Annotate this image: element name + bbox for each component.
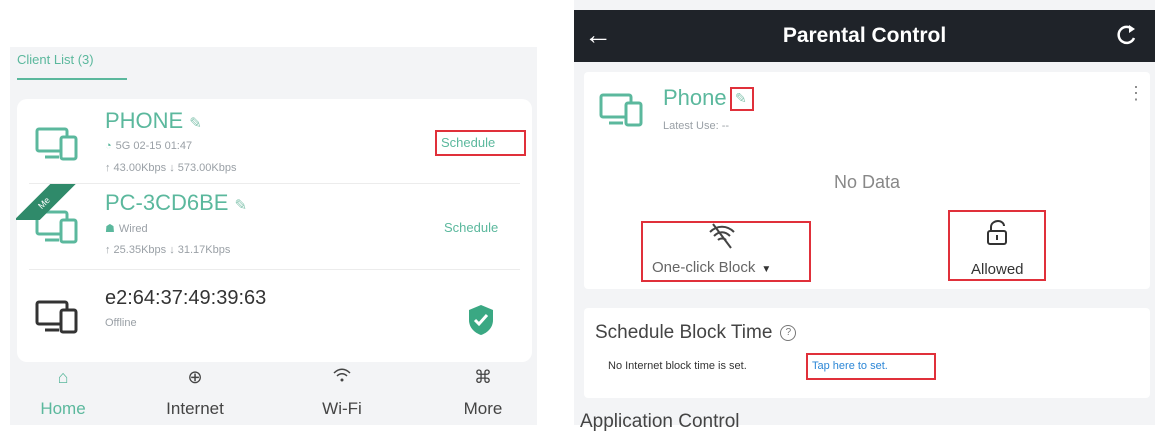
tab-underline bbox=[17, 78, 127, 80]
devices-icon bbox=[35, 127, 78, 161]
highlight-box bbox=[435, 130, 526, 156]
highlight-box bbox=[806, 353, 936, 380]
tab-client-list[interactable]: Client List (3) bbox=[17, 51, 127, 81]
device-speed: ↑ 25.35Kbps ↓ 31.17Kbps bbox=[105, 244, 231, 256]
device-name: Phone bbox=[663, 85, 727, 110]
wifi-icon: ◔ bbox=[105, 140, 112, 152]
client-list-card: PHONE ✎ ◔ 5G 02-15 01:47 ↑ 43.00Kbps ↓ 573… bbox=[17, 99, 532, 362]
schedule-title: Schedule Block Time? bbox=[595, 322, 797, 344]
more-vert-icon[interactable]: ⋮ bbox=[1127, 84, 1145, 102]
wired-icon: ☗ bbox=[105, 223, 115, 235]
schedule-link[interactable]: Schedule bbox=[444, 219, 498, 237]
edit-icon[interactable]: ✎ bbox=[189, 115, 202, 132]
one-click-block-button[interactable]: One-click Block ▼ bbox=[652, 259, 771, 276]
device-speed: ↑ 43.00Kbps ↓ 573.00Kbps bbox=[105, 162, 237, 174]
list-item[interactable]: PHONE ✎ ◔ 5G 02-15 01:47 ↑ 43.00Kbps ↓ 573… bbox=[17, 99, 532, 183]
allowed-button[interactable]: Allowed bbox=[971, 261, 1024, 278]
device-connection: ◔ 5G 02-15 01:47 bbox=[105, 140, 193, 152]
device-name: e2:64:37:49:39:63 bbox=[105, 287, 267, 309]
latest-use: Latest Use: -- bbox=[663, 120, 730, 132]
more-icon: ⌘ bbox=[474, 367, 492, 387]
top-bar: ← Parental Control bbox=[574, 10, 1155, 62]
help-icon[interactable]: ? bbox=[780, 324, 797, 341]
wifi-off-icon bbox=[709, 223, 735, 249]
devices-icon bbox=[599, 93, 643, 127]
me-ribbon: Me bbox=[16, 184, 76, 220]
device-status: Offline bbox=[105, 317, 137, 329]
devices-icon bbox=[35, 300, 78, 334]
list-item[interactable]: e2:64:37:49:39:63 Offline bbox=[17, 270, 532, 360]
wifi-icon bbox=[297, 364, 387, 390]
nav-wifi[interactable]: Wi-Fi bbox=[297, 364, 387, 420]
bottom-nav: ⌂ Home ⊕ Internet Wi-Fi ⌘ More bbox=[10, 364, 537, 425]
no-data-text: No Data bbox=[833, 172, 901, 192]
application-control-heading: Application Control bbox=[580, 411, 740, 432]
home-icon: ⌂ bbox=[57, 367, 69, 387]
device-name: PHONE ✎ bbox=[105, 108, 202, 133]
list-item[interactable]: PC-3CD6BE ✎ ☗ Wired ↑ 25.35Kbps ↓ 31.17Kbp… bbox=[17, 184, 532, 269]
unlock-icon bbox=[987, 220, 1007, 245]
edit-icon[interactable]: ✎ bbox=[735, 90, 747, 107]
nav-home[interactable]: ⌂ Home bbox=[18, 364, 108, 420]
page-title: Parental Control bbox=[782, 24, 947, 47]
refresh-icon[interactable] bbox=[1115, 22, 1137, 48]
nav-internet[interactable]: ⊕ Internet bbox=[150, 364, 240, 420]
nav-more[interactable]: ⌘ More bbox=[438, 364, 528, 420]
device-connection: ☗ Wired bbox=[105, 223, 148, 235]
device-name: PC-3CD6BE ✎ bbox=[105, 190, 248, 215]
caret-down-icon: ▼ bbox=[761, 264, 772, 275]
edit-icon[interactable]: ✎ bbox=[234, 197, 247, 214]
shield-check-icon bbox=[469, 305, 493, 335]
no-block-text: No Internet block time is set. bbox=[608, 360, 747, 372]
globe-icon: ⊕ bbox=[187, 367, 203, 387]
